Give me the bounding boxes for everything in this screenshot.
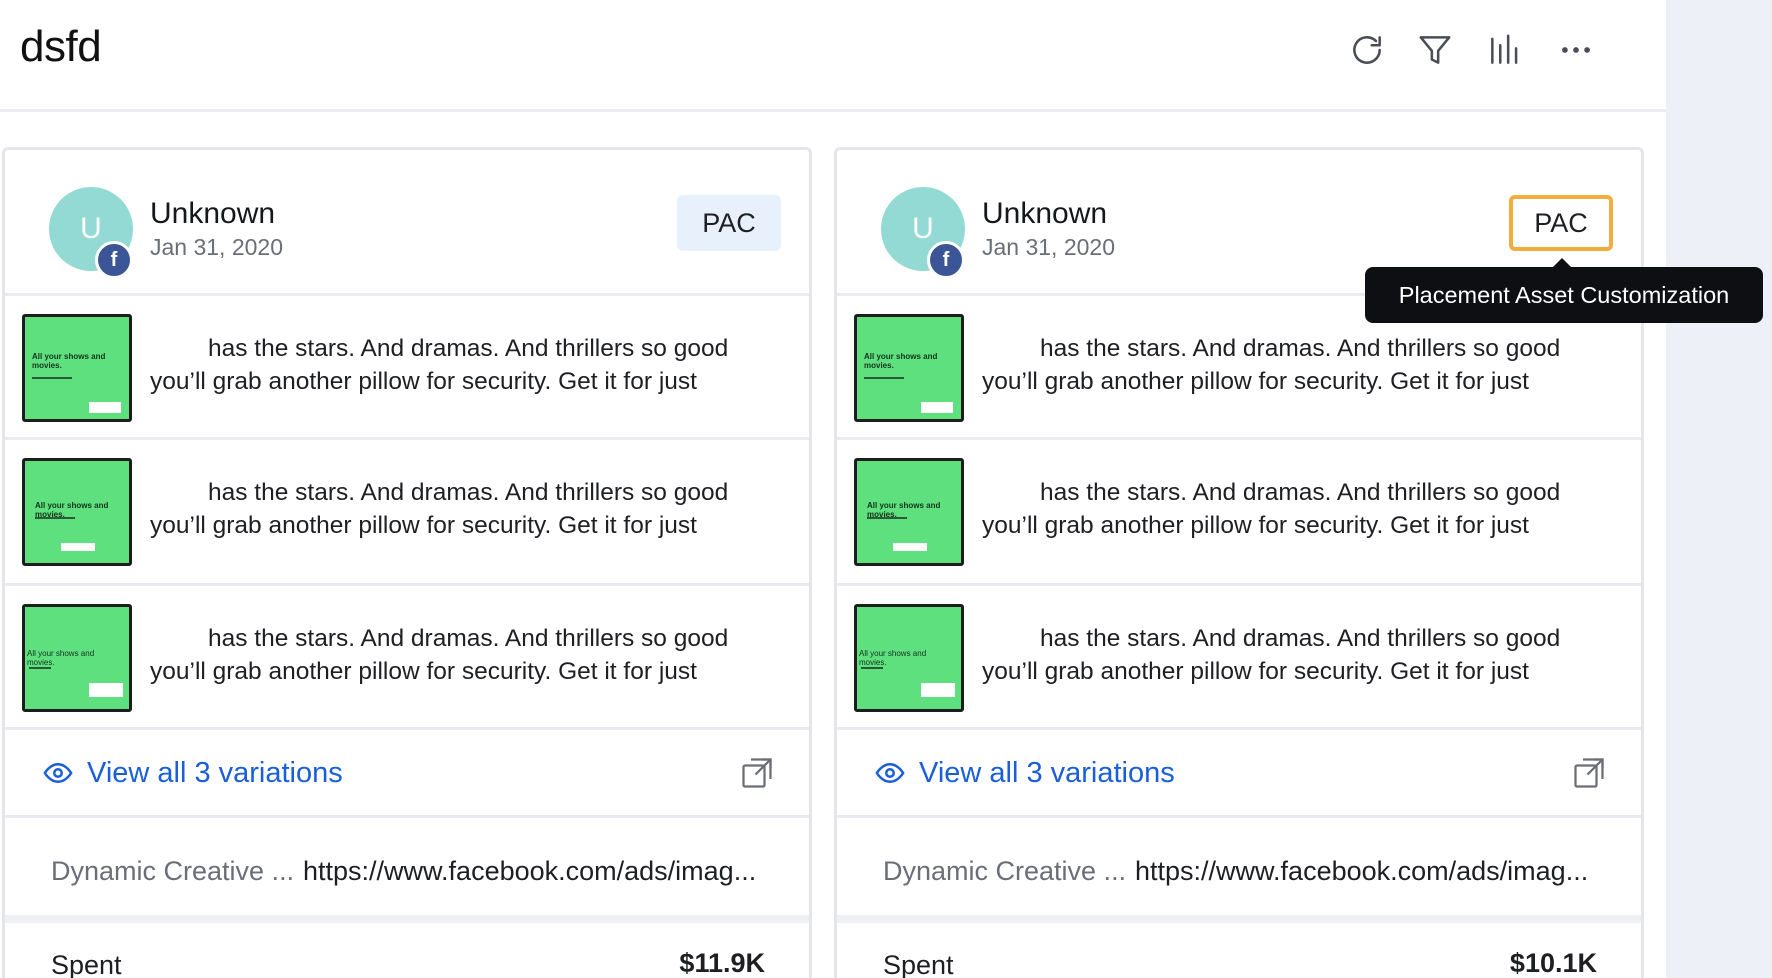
- creative-thumbnail[interactable]: All your shows and movies.: [22, 314, 132, 422]
- creative-thumbnail[interactable]: All your shows and movies.: [854, 314, 964, 422]
- columns-button[interactable]: [1481, 26, 1529, 74]
- creative-type-label: Dynamic Creative ...: [51, 856, 295, 886]
- pac-badge[interactable]: PAC: [1509, 195, 1613, 251]
- refresh-button[interactable]: [1343, 26, 1391, 74]
- thumbnail-line: [29, 667, 51, 669]
- thumbnail-line: [867, 517, 907, 519]
- view-variations-row: View all 3 variations: [837, 730, 1641, 818]
- thumbnail-cta: [921, 683, 955, 697]
- creative-thumbnail[interactable]: All your shows and movies.: [854, 604, 964, 712]
- more-button[interactable]: [1552, 26, 1600, 74]
- ad-card[interactable]: U f Unknown Jan 31, 2020 PAC All your sh…: [2, 147, 812, 978]
- thumbnail-line: [32, 377, 72, 379]
- variation-row[interactable]: All your shows and movies. has the stars…: [837, 440, 1641, 586]
- view-all-variations-link[interactable]: View all 3 variations: [919, 757, 1175, 790]
- page-header: dsfd: [0, 0, 1666, 112]
- facebook-icon: f: [927, 241, 965, 279]
- page-title: dsfd: [20, 22, 102, 71]
- thumbnail-line: [864, 377, 904, 379]
- pac-tooltip: Placement Asset Customization: [1365, 267, 1763, 323]
- variation-row[interactable]: All your shows and movies. has the stars…: [837, 586, 1641, 730]
- thumbnail-text: All your shows and movies.: [32, 352, 106, 370]
- thumbnail-cta: [921, 402, 953, 413]
- open-external-icon[interactable]: [1571, 755, 1607, 791]
- variation-row[interactable]: All your shows and movies. has the stars…: [5, 440, 809, 586]
- card-header: U f Unknown Jan 31, 2020 PAC: [5, 150, 809, 296]
- filter-icon: [1419, 36, 1451, 64]
- variation-text: has the stars. And dramas. And thrillers…: [982, 479, 1561, 539]
- eye-icon: [43, 762, 73, 784]
- refresh-icon: [1353, 36, 1381, 64]
- spent-value: $10.1K: [1509, 948, 1597, 978]
- creative-type-label: Dynamic Creative ...: [883, 856, 1127, 886]
- thumbnail-cta: [89, 402, 121, 413]
- creative-meta-row: Dynamic Creative ... https://www.faceboo…: [837, 818, 1641, 923]
- variation-text: has the stars. And dramas. And thrillers…: [982, 625, 1561, 685]
- right-gutter: [1666, 0, 1772, 978]
- view-variations-row: View all 3 variations: [5, 730, 809, 818]
- thumbnail-text: All your shows and movies.: [27, 649, 95, 667]
- post-date: Jan 31, 2020: [150, 234, 284, 260]
- facebook-icon: f: [95, 241, 133, 279]
- creative-url-link[interactable]: https://www.facebook.com/ads/imag...: [1135, 856, 1588, 887]
- creative-url-link[interactable]: https://www.facebook.com/ads/imag...: [303, 856, 756, 887]
- creative-thumbnail[interactable]: All your shows and movies.: [22, 604, 132, 712]
- more-horizontal-icon: [1562, 47, 1590, 53]
- thumbnail-text: All your shows and movies.: [859, 649, 927, 667]
- bar-chart-icon: [1491, 34, 1518, 64]
- eye-icon: [875, 762, 905, 784]
- filter-button[interactable]: [1411, 26, 1459, 74]
- variation-text: has the stars. And dramas. And thrillers…: [150, 625, 729, 685]
- thumbnail-text: All your shows and movies.: [864, 352, 938, 370]
- variation-row[interactable]: All your shows and movies. has the stars…: [5, 296, 809, 440]
- post-date: Jan 31, 2020: [982, 234, 1116, 260]
- open-external-icon[interactable]: [739, 755, 775, 791]
- variation-text: has the stars. And dramas. And thrillers…: [150, 335, 729, 395]
- creative-meta-row: Dynamic Creative ... https://www.faceboo…: [5, 818, 809, 923]
- variation-text: has the stars. And dramas. And thrillers…: [982, 335, 1561, 395]
- author-name: Unknown: [982, 197, 1108, 230]
- thumbnail-cta: [893, 543, 927, 551]
- author-name: Unknown: [150, 197, 276, 230]
- thumbnail-cta: [89, 683, 123, 697]
- spent-value: $11.9K: [679, 948, 765, 978]
- creative-thumbnail[interactable]: All your shows and movies.: [22, 458, 132, 566]
- variation-text: has the stars. And dramas. And thrillers…: [150, 479, 729, 539]
- creative-thumbnail[interactable]: All your shows and movies.: [854, 458, 964, 566]
- spent-label: Spent: [883, 950, 954, 978]
- spent-label: Spent: [51, 950, 122, 978]
- thumbnail-line: [861, 667, 883, 669]
- view-all-variations-link[interactable]: View all 3 variations: [87, 757, 343, 790]
- thumbnail-line: [35, 517, 75, 519]
- thumbnail-cta: [61, 543, 95, 551]
- variation-row[interactable]: All your shows and movies. has the stars…: [5, 586, 809, 730]
- pac-badge[interactable]: PAC: [677, 195, 781, 251]
